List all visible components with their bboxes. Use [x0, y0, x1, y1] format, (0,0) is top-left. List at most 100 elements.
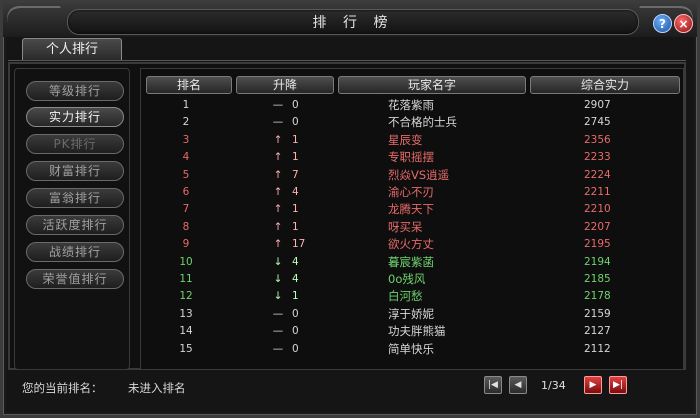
table-row[interactable]: 10 ↓ 4 暮宸紫菡 2194: [146, 254, 680, 271]
rank-cell: 14: [179, 325, 193, 338]
column-header-rank[interactable]: 排名: [146, 76, 232, 94]
category-honor-ranking[interactable]: 荣誉值排行: [26, 269, 124, 289]
table-row[interactable]: 8 ↑ 1 呀买呆 2207: [146, 219, 680, 236]
title-bar[interactable]: 排 行 榜: [0, 3, 700, 37]
trend-icon: ↑: [273, 151, 283, 164]
trend-icon: ↓: [273, 255, 283, 268]
rank-cell: 15: [179, 342, 193, 355]
power-cell: 2112: [584, 342, 611, 355]
trend-icon: —: [272, 99, 284, 111]
category-record-ranking[interactable]: 战绩排行: [26, 242, 124, 262]
help-button[interactable]: ?: [653, 14, 672, 33]
change-cell: 1: [292, 203, 299, 216]
rank-cell: 10: [179, 255, 193, 268]
tab-strip: 个人排行: [8, 38, 686, 61]
next-page-button[interactable]: ▶: [584, 376, 602, 394]
close-button[interactable]: ×: [674, 14, 693, 33]
prev-page-icon: ◀: [514, 380, 522, 390]
change-cell: 0: [292, 342, 299, 355]
change-cell: 1: [292, 290, 299, 303]
change-cell: 1: [292, 133, 299, 146]
category-pk-ranking[interactable]: PK排行: [26, 134, 124, 154]
player-name-cell: 不合格的士兵: [388, 115, 457, 130]
power-cell: 2159: [584, 307, 611, 320]
change-cell: 0: [292, 307, 299, 320]
rank-cell: 4: [182, 151, 190, 164]
change-cell: 7: [292, 168, 299, 181]
category-power-ranking[interactable]: 实力排行: [26, 107, 124, 127]
change-cell: 1: [292, 151, 299, 164]
rank-cell: 3: [182, 133, 190, 146]
current-rank-value: 未进入排名: [128, 381, 186, 395]
trend-icon: ↑: [273, 203, 283, 216]
column-header-player[interactable]: 玩家名字: [338, 76, 526, 94]
table-row[interactable]: 7 ↑ 1 龙腾天下 2210: [146, 201, 680, 218]
table-row[interactable]: 5 ↑ 7 烈焱VS逍遥 2224: [146, 167, 680, 184]
table-row[interactable]: 15 — 0 简单快乐 2112: [146, 341, 680, 358]
rank-cell: 13: [179, 307, 193, 320]
table-row[interactable]: 2 — 0 不合格的士兵 2745: [146, 114, 680, 131]
last-page-button[interactable]: ▶|: [609, 376, 627, 394]
table-row[interactable]: 11 ↓ 4 0o残风 2185: [146, 271, 680, 288]
trend-icon: ↑: [273, 238, 283, 251]
category-rich-ranking[interactable]: 富翁排行: [26, 188, 124, 208]
player-name-cell: 暮宸紫菡: [388, 254, 434, 269]
column-header-change[interactable]: 升降: [236, 76, 334, 94]
table-row[interactable]: 9 ↑ 17 欲火方丈 2195: [146, 236, 680, 253]
prev-page-button[interactable]: ◀: [509, 376, 527, 394]
table-row[interactable]: 13 — 0 淳于娇妮 2159: [146, 306, 680, 323]
table-row[interactable]: 4 ↑ 1 专职摇摆 2233: [146, 149, 680, 166]
first-page-button[interactable]: |◀: [484, 376, 502, 394]
trend-icon: ↓: [273, 290, 283, 303]
rank-cell: 8: [182, 220, 190, 233]
power-cell: 2745: [584, 116, 611, 129]
player-name-cell: 白河愁: [388, 289, 423, 304]
rank-cell: 5: [182, 168, 190, 181]
table-row[interactable]: 14 — 0 功夫胖熊猫 2127: [146, 323, 680, 340]
change-cell: 4: [292, 273, 299, 285]
trend-icon: ↑: [273, 186, 283, 198]
power-cell: 2194: [584, 255, 611, 268]
trend-icon: —: [272, 116, 284, 129]
first-page-icon: |◀: [488, 380, 498, 390]
change-cell: 0: [292, 325, 299, 338]
close-icon: ×: [678, 16, 689, 31]
current-rank-label: 您的当前排名：: [22, 381, 103, 395]
tab-personal-ranking[interactable]: 个人排行: [22, 38, 122, 60]
power-cell: 2907: [584, 99, 611, 111]
page-indicator: 1/34: [541, 379, 566, 392]
rank-cell: 7: [182, 203, 190, 216]
rank-cell: 2: [182, 116, 190, 129]
rank-cell: 12: [179, 290, 193, 303]
player-name-cell: 渝心不刃: [388, 185, 434, 199]
category-level-ranking[interactable]: 等级排行: [26, 81, 124, 101]
rank-cell: 9: [182, 238, 190, 251]
trend-icon: ↑: [273, 168, 283, 181]
power-cell: 2207: [584, 220, 611, 233]
trend-icon: ↑: [273, 220, 283, 233]
player-name-cell: 淳于娇妮: [388, 306, 434, 321]
last-page-icon: ▶|: [613, 380, 623, 390]
power-cell: 2195: [584, 238, 611, 251]
table-row[interactable]: 3 ↑ 1 星辰变 2356: [146, 132, 680, 149]
power-cell: 2356: [584, 133, 611, 146]
category-activity-ranking[interactable]: 活跃度排行: [26, 215, 124, 235]
trend-icon: —: [272, 342, 284, 355]
left-wing-ornament: [0, 6, 74, 36]
table-row[interactable]: 1 — 0 花落紫雨 2907: [146, 97, 680, 114]
column-header-power[interactable]: 综合实力: [530, 76, 680, 94]
table-row[interactable]: 6 ↑ 4 渝心不刃 2211: [146, 184, 680, 201]
player-name-cell: 烈焱VS逍遥: [388, 167, 450, 182]
table-row[interactable]: 12 ↓ 1 白河愁 2178: [146, 288, 680, 305]
change-cell: 1: [292, 220, 299, 233]
power-cell: 2210: [584, 203, 611, 216]
change-cell: 0: [292, 116, 299, 129]
change-cell: 0: [292, 99, 299, 111]
trend-icon: ↑: [273, 133, 283, 146]
player-name-cell: 呀买呆: [388, 219, 423, 234]
player-name-cell: 0o残风: [388, 272, 426, 286]
rank-cell: 11: [179, 273, 193, 285]
category-wealth-ranking[interactable]: 财富排行: [26, 161, 124, 181]
change-cell: 17: [292, 238, 306, 251]
trend-icon: —: [272, 307, 284, 320]
